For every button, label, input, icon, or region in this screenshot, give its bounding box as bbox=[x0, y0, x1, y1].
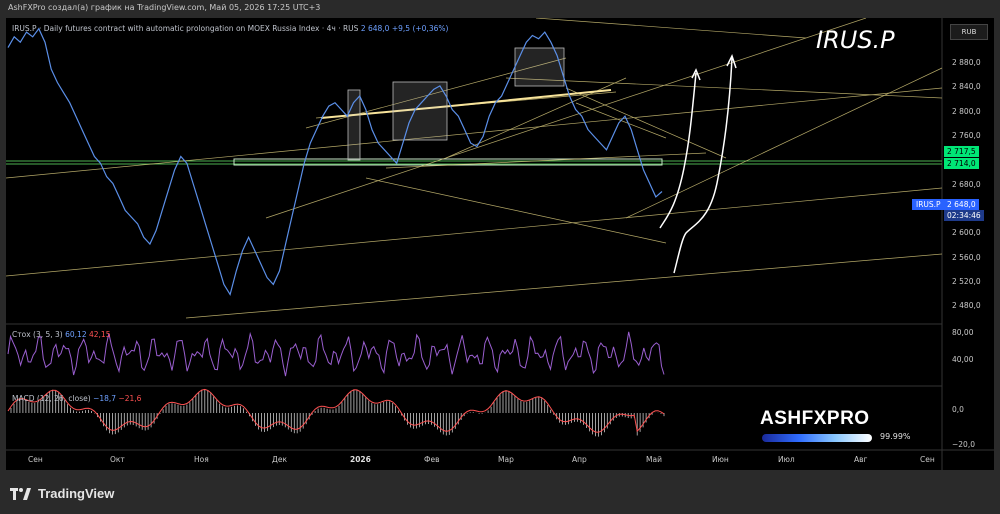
macd-value: −18,7 bbox=[93, 394, 117, 403]
channel-top-line-2 bbox=[450, 89, 612, 107]
stoch-label: Стох (3, 5, 3) bbox=[12, 330, 63, 339]
time-tick: 2026 bbox=[350, 455, 371, 464]
stoch-tick: 80,00 bbox=[952, 328, 974, 337]
macd-legend[interactable]: MACD (12, 26, close) −18,7 −21,6 bbox=[12, 394, 141, 403]
tradingview-icon bbox=[10, 487, 31, 500]
time-tick: Авг bbox=[854, 455, 868, 464]
stoch-d-value: 42,15 bbox=[89, 330, 111, 339]
countdown-badge: 02:34:46 bbox=[944, 210, 984, 221]
time-tick: Май bbox=[646, 455, 662, 464]
price-tick: 2 840,0 bbox=[952, 82, 981, 91]
level-badge-upper: 2 717,5 bbox=[944, 146, 979, 157]
price-tick: 2 680,0 bbox=[952, 180, 981, 189]
time-tick: Ноя bbox=[194, 455, 209, 464]
macd-tick: −20,0 bbox=[952, 440, 975, 449]
trend-line bbox=[535, 18, 807, 39]
price-tick: 2 560,0 bbox=[952, 253, 981, 262]
forecast-arrow-1 bbox=[659, 72, 697, 229]
consolidation-box bbox=[392, 81, 448, 141]
price-tick: 2 600,0 bbox=[952, 228, 981, 237]
time-tick: Сен bbox=[28, 455, 43, 464]
symbol-description: IRUS.P · Daily futures contract with aut… bbox=[12, 24, 359, 33]
trend-line bbox=[445, 77, 627, 159]
legend-price: 2 648,0 bbox=[360, 24, 390, 33]
trend-line bbox=[185, 253, 943, 319]
trend-line bbox=[365, 177, 667, 244]
watermark-progress-bar bbox=[762, 434, 872, 442]
trend-line bbox=[505, 77, 943, 99]
chart-canvas[interactable] bbox=[6, 18, 994, 470]
price-tick: 2 480,0 bbox=[952, 301, 981, 310]
top-caption-bar: AshFXPro создал(а) график на TradingView… bbox=[0, 0, 1000, 18]
currency-button[interactable]: RUB bbox=[950, 24, 988, 40]
level-badge-lower: 2 714,0 bbox=[944, 158, 979, 169]
time-tick: Мар bbox=[498, 455, 514, 464]
trend-lines-group bbox=[6, 18, 943, 319]
macd-signal-value: −21,6 bbox=[118, 394, 142, 403]
price-tick: 2 520,0 bbox=[952, 277, 981, 286]
ashfxpro-watermark: ASHFXPRO 99.99% bbox=[760, 408, 920, 442]
overlay-title: IRUS.P bbox=[816, 26, 895, 54]
macd-label: MACD (12, 26, close) bbox=[12, 394, 91, 403]
price-tick: 2 880,0 bbox=[952, 58, 981, 67]
symbol-legend[interactable]: IRUS.P · Daily futures contract with aut… bbox=[12, 24, 448, 33]
tradingview-logo[interactable]: TradingView bbox=[10, 486, 114, 501]
stoch-legend[interactable]: Стох (3, 5, 3) 60,12 42,15 bbox=[12, 330, 110, 339]
watermark-name: ASHFXPRO bbox=[760, 408, 870, 429]
macd-tick: 0,0 bbox=[952, 405, 964, 414]
current-symbol-badge: IRUS.P bbox=[912, 199, 945, 210]
time-tick: Июл bbox=[778, 455, 795, 464]
time-tick: Апр bbox=[572, 455, 587, 464]
legend-change: +9,5 (+0,36%) bbox=[391, 24, 449, 33]
time-tick: Дек bbox=[272, 455, 288, 464]
footer-bar: TradingView bbox=[0, 470, 1000, 514]
chart-caption: AshFXPro создал(а) график на TradingView… bbox=[8, 3, 321, 12]
time-tick: Июн bbox=[712, 455, 729, 464]
chart-area[interactable]: IRUS.P · Daily futures contract with aut… bbox=[6, 18, 994, 470]
forecast-arrow-2 bbox=[673, 57, 733, 274]
tradingview-brand: TradingView bbox=[38, 486, 115, 501]
price-tick: 2 760,0 bbox=[952, 131, 981, 140]
consolidation-box bbox=[347, 89, 361, 161]
time-tick: Фев bbox=[424, 455, 440, 464]
time-tick: Сен bbox=[920, 455, 935, 464]
price-tick: 2 800,0 bbox=[952, 107, 981, 116]
watermark-percent: 99.99% bbox=[880, 432, 911, 441]
time-tick: Окт bbox=[110, 455, 125, 464]
stoch-k-value: 60,12 bbox=[65, 330, 87, 339]
trend-line bbox=[565, 87, 727, 159]
stoch-tick: 40,00 bbox=[952, 355, 974, 364]
current-price-badge: 2 648,0 bbox=[944, 199, 979, 210]
